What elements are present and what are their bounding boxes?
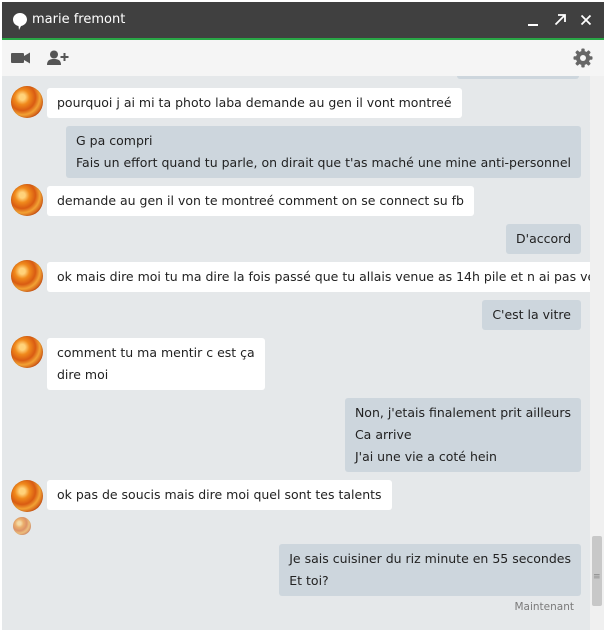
minimize-button[interactable] [524, 11, 542, 29]
popout-arrow-icon [554, 14, 566, 26]
seen-avatar [13, 517, 31, 535]
message-text: demande au gen il von te montreé comment… [57, 193, 464, 208]
message-text: Non, j'etais finalement prit ailleurs [354, 405, 571, 420]
message-text: ok mais dire moi tu ma dire la fois pass… [57, 269, 590, 284]
message-text: pourquoi j ai mi ta photo laba demande a… [57, 95, 452, 110]
message-text: C'est la vitre [492, 307, 571, 322]
message-text: comment tu ma mentir c est ça [57, 345, 255, 360]
incoming-message[interactable]: comment tu ma mentir c est ça dire moi [47, 338, 265, 390]
chat-bubble-icon [13, 13, 27, 30]
message-text: J'ai une vie a coté hein [354, 449, 497, 464]
outgoing-message[interactable]: C'est la vitre [482, 300, 581, 330]
outgoing-message[interactable]: Non, j'etais finalement prit ailleurs Ca… [344, 398, 581, 472]
popout-button[interactable] [551, 11, 569, 29]
incoming-message[interactable]: ok pas de soucis mais dire moi quel sont… [47, 480, 392, 510]
outgoing-message[interactable]: D'accord [506, 224, 581, 254]
chat-toolbar [2, 40, 604, 76]
close-icon [580, 14, 592, 26]
settings-button[interactable] [572, 48, 594, 68]
scrollbar[interactable]: ≡ [590, 76, 604, 630]
contact-name[interactable]: marie fremont [32, 12, 125, 27]
avatar[interactable] [11, 260, 43, 292]
avatar[interactable] [11, 480, 43, 512]
avatar[interactable] [11, 184, 43, 216]
add-person-button[interactable] [47, 48, 69, 68]
gear-icon [573, 48, 593, 68]
add-person-icon [47, 50, 69, 65]
minimize-icon [528, 24, 538, 26]
message-text: Fais un effort quand tu parle, on dirait… [76, 155, 571, 170]
message-text: ok pas de soucis mais dire moi quel sont… [57, 487, 382, 502]
message-list[interactable]: pourquoi j ai mi ta photo laba demande a… [2, 76, 590, 628]
close-button[interactable] [577, 11, 595, 29]
message-text: G pa compri [76, 133, 153, 148]
scrollbar-thumb[interactable] [592, 536, 602, 606]
message-text: D'accord [516, 231, 571, 246]
message-text: Je sais cuisiner du riz minute en 55 sec… [289, 551, 571, 566]
outgoing-message[interactable]: Je sais cuisiner du riz minute en 55 sec… [279, 544, 581, 596]
message-text: Ca arrive [354, 427, 412, 442]
video-camera-icon [11, 52, 30, 64]
incoming-message[interactable]: pourquoi j ai mi ta photo laba demande a… [47, 88, 462, 118]
video-call-button[interactable] [10, 48, 32, 68]
message-text: Et toi? [289, 573, 329, 588]
outgoing-message[interactable]: G pa compri Fais un effort quand tu parl… [66, 126, 581, 178]
incoming-message[interactable]: demande au gen il von te montreé comment… [47, 186, 474, 216]
message-text: dire moi [57, 367, 109, 382]
grip-icon: ≡ [593, 572, 601, 582]
title-bar[interactable]: marie fremont [2, 2, 604, 40]
avatar[interactable] [11, 336, 43, 368]
previous-message-edge [457, 76, 579, 79]
message-timestamp: Maintenant [514, 601, 574, 613]
incoming-message[interactable]: ok mais dire moi tu ma dire la fois pass… [47, 262, 590, 292]
avatar[interactable] [11, 86, 43, 118]
chat-window: marie fremont pourquoi j ai mi ta photo … [2, 2, 604, 630]
